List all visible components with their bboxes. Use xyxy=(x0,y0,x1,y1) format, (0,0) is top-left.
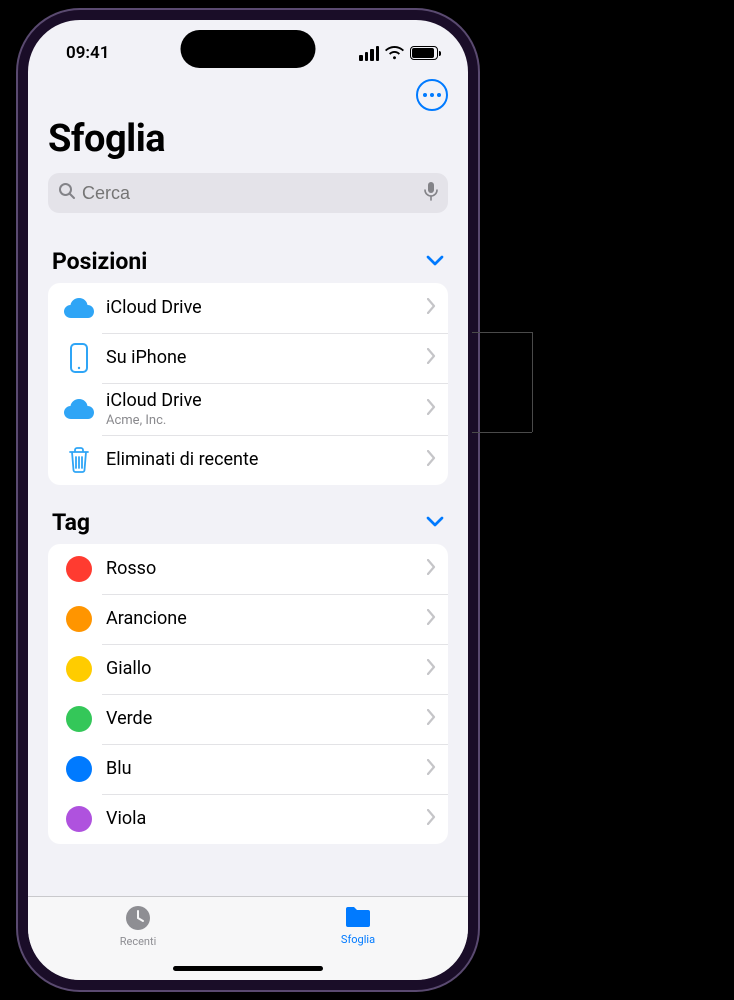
tag-dot-icon xyxy=(62,652,96,686)
dynamic-island xyxy=(181,30,316,68)
status-right xyxy=(359,46,438,61)
cellular-signal-icon xyxy=(359,46,379,61)
chevron-right-icon xyxy=(427,348,436,368)
tab-label: Recenti xyxy=(120,935,157,948)
callout-line xyxy=(472,432,532,433)
tag-dot-icon xyxy=(62,602,96,636)
tags-section-header[interactable]: Tag xyxy=(48,509,448,544)
tag-dot-icon xyxy=(62,552,96,586)
row-label: Verde xyxy=(106,708,427,730)
clock-icon xyxy=(123,903,153,933)
location-icloud-drive[interactable]: iCloud Drive xyxy=(48,283,448,333)
chevron-right-icon xyxy=(427,399,436,419)
microphone-icon[interactable] xyxy=(424,181,438,205)
row-label: Eliminati di recente xyxy=(106,449,427,471)
chevron-right-icon xyxy=(427,609,436,629)
tags-title: Tag xyxy=(52,509,90,536)
locations-title: Posizioni xyxy=(52,248,147,275)
icloud-icon xyxy=(62,392,96,426)
icloud-icon xyxy=(62,291,96,325)
battery-icon xyxy=(410,46,438,60)
trash-icon xyxy=(62,443,96,477)
tag-dot-icon xyxy=(62,752,96,786)
content-scroll[interactable]: Posizioni iCloud Drive Su iPhone xyxy=(28,248,468,896)
chevron-right-icon xyxy=(427,709,436,729)
callout-line xyxy=(532,332,533,432)
status-time: 09:41 xyxy=(66,43,109,63)
tag-orange[interactable]: Arancione xyxy=(48,594,448,644)
chevron-right-icon xyxy=(427,759,436,779)
search-icon xyxy=(58,182,76,204)
row-label: iCloud Drive xyxy=(106,297,427,319)
chevron-down-icon xyxy=(426,513,444,532)
callout-line xyxy=(472,332,532,333)
locations-list: iCloud Drive Su iPhone iCloud Drive Acme… xyxy=(48,283,448,485)
chevron-right-icon xyxy=(427,450,436,470)
tag-green[interactable]: Verde xyxy=(48,694,448,744)
chevron-right-icon xyxy=(427,659,436,679)
chevron-right-icon xyxy=(427,298,436,318)
location-recently-deleted[interactable]: Eliminati di recente xyxy=(48,435,448,485)
tag-dot-icon xyxy=(62,702,96,736)
tags-list: Rosso Arancione Giallo Verde Blu xyxy=(48,544,448,844)
tag-dot-icon xyxy=(62,802,96,836)
location-icloud-drive-work[interactable]: iCloud Drive Acme, Inc. xyxy=(48,383,448,435)
chevron-right-icon xyxy=(427,809,436,829)
nav-toolbar xyxy=(28,72,468,117)
wifi-icon xyxy=(385,46,404,60)
tag-blue[interactable]: Blu xyxy=(48,744,448,794)
location-on-iphone[interactable]: Su iPhone xyxy=(48,333,448,383)
tag-yellow[interactable]: Giallo xyxy=(48,644,448,694)
row-label: Su iPhone xyxy=(106,347,427,369)
page-title: Sfoglia xyxy=(28,117,468,169)
tab-label: Sfoglia xyxy=(341,933,375,946)
home-indicator[interactable] xyxy=(173,966,323,971)
folder-icon xyxy=(343,903,373,931)
locations-section-header[interactable]: Posizioni xyxy=(48,248,448,283)
iphone-frame: 09:41 Sfoglia Posizioni xyxy=(18,10,478,990)
row-label: iCloud Drive xyxy=(106,390,427,412)
iphone-icon xyxy=(62,341,96,375)
row-label: Viola xyxy=(106,808,427,830)
row-label: Rosso xyxy=(106,558,427,580)
row-label: Arancione xyxy=(106,608,427,630)
row-label: Giallo xyxy=(106,658,427,680)
search-field[interactable] xyxy=(48,173,448,213)
chevron-down-icon xyxy=(426,252,444,271)
row-sublabel: Acme, Inc. xyxy=(106,413,427,429)
chevron-right-icon xyxy=(427,559,436,579)
tag-purple[interactable]: Viola xyxy=(48,794,448,844)
row-label: Blu xyxy=(106,758,427,780)
more-button[interactable] xyxy=(416,79,448,111)
tag-red[interactable]: Rosso xyxy=(48,544,448,594)
search-input[interactable] xyxy=(82,183,418,204)
